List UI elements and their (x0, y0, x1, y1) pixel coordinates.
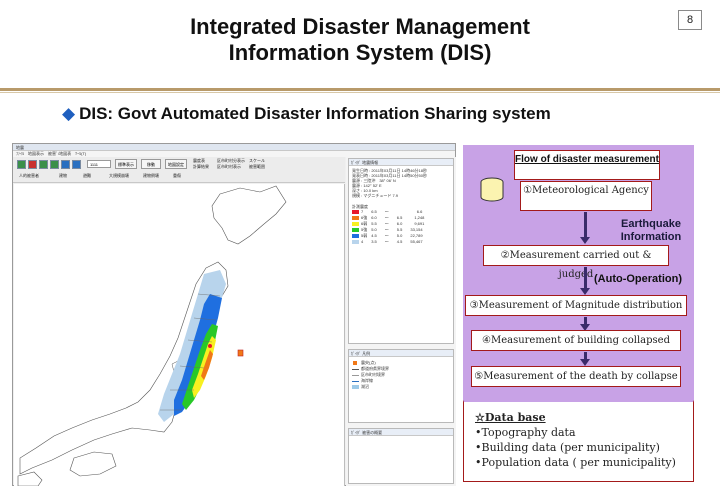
toolbar-check-2[interactable]: 区市町村分表示 (217, 158, 245, 163)
auto-operation-label: (Auto-Operation) (594, 273, 682, 285)
legend-item-label: 震央(点) (361, 360, 376, 365)
line-legend-icon (352, 381, 359, 382)
toolbar-row2-item-1[interactable]: 人的被害者 (19, 173, 39, 179)
toolbar-icon-4[interactable] (50, 160, 59, 169)
app-toolbar: 1111 標準表示 移動 地図設定 震度表 区市町村分表示 スケール 計算結果 … (13, 157, 345, 183)
legend-label: 7 6.5 ～ 6.6 (361, 209, 423, 214)
arrow-2 (584, 267, 587, 288)
title-line-2: Information System (DIS) (228, 40, 492, 65)
legend-label: 6強 6.0 ～ 6.5 1,248 (361, 215, 425, 220)
database-item: •Topography data (475, 426, 576, 439)
swatch-icon (352, 228, 359, 232)
toolbar-icon-2[interactable] (28, 160, 37, 169)
title-area: Integrated Disaster Management Informati… (0, 0, 720, 88)
divider-rule-thin (0, 92, 720, 93)
dis-app-screenshot: 地震 ﾌｧｲﾙ 地図表示 被害ﾞ/地図表 ﾂｰﾙ(T) 1111 標準表示 移動… (12, 143, 456, 486)
japan-intensity-map (17, 185, 287, 486)
toolbar-check-4[interactable]: 計算結果 (193, 164, 209, 169)
earthquake-information-label: Earthquake Information (620, 218, 682, 243)
toolbar-button-standard[interactable]: 標準表示 (115, 159, 137, 169)
hokkaido-outline (211, 185, 287, 245)
toolbar-row2-item-3[interactable]: 避難 (83, 173, 91, 179)
title-line-1: Integrated Disaster Management (190, 14, 530, 39)
flow-inner: Flow of disaster measurement ①Meteorolog… (463, 145, 694, 482)
legend-item-label: 湖沼 (361, 384, 369, 389)
legend-item-label: 都道府県界境界 (361, 366, 389, 371)
toolbar-check-3[interactable]: スケール (249, 158, 265, 163)
intensity-7-spot (208, 344, 212, 348)
swatch-icon (352, 240, 359, 244)
database-section: ☆Data base •Topography data •Building da… (463, 400, 694, 482)
database-title: ☆Data base (475, 411, 546, 424)
toolbar-row2-item-6[interactable]: 重傷 (173, 173, 181, 179)
toolbar-check-1[interactable]: 震度表 (193, 158, 205, 163)
toolbar-field[interactable]: 1111 (87, 160, 111, 168)
legend-label: 6弱 5.5 ～ 6.0 9,691 (361, 221, 425, 226)
step1-box: ①Meteorological Agency (520, 181, 652, 211)
detail-panel: ｶﾞｲﾀﾞ 被害の概要 (348, 428, 454, 484)
toolbar-icon-1[interactable] (17, 160, 26, 169)
detail-panel-header: ｶﾞｲﾀﾞ 被害の概要 (349, 429, 453, 436)
database-item: •Building data (per municipality) (475, 441, 660, 454)
subtitle: ◆ DIS: Govt Automated Disaster Informatio… (62, 104, 551, 124)
epicenter-legend-icon (353, 361, 357, 365)
database-item: •Population data ( per municipality) (475, 456, 676, 469)
toolbar-check-5[interactable]: 区市町村表示 (217, 164, 241, 169)
page-number: 8 (678, 10, 702, 30)
arrow-head-2 (580, 288, 590, 295)
arrow-head-4 (580, 359, 590, 366)
step5-box: ⑤Measurement of the death by collapse (471, 366, 681, 387)
toolbar-row2-item-4[interactable]: 大規模崩壊 (109, 173, 129, 179)
swatch-icon (352, 210, 359, 214)
line-legend-icon (352, 369, 359, 370)
database-icon (480, 177, 504, 202)
toolbar-row2-item-2[interactable]: 建物 (59, 173, 67, 179)
step4-box: ④Measurement of building collapsed (471, 330, 681, 351)
toolbar-button-move[interactable]: 移動 (141, 159, 161, 169)
toolbar-icon-5[interactable] (61, 160, 70, 169)
toolbar-button-map-settings[interactable]: 地図設定 (165, 159, 187, 169)
toolbar-row2-item-5[interactable]: 建物倒壊 (143, 173, 159, 179)
legend-item-label: 海岸線 (361, 378, 373, 383)
page-title: Integrated Disaster Management Informati… (90, 14, 630, 66)
legend-item: 湖沼 (349, 384, 453, 390)
legend-label: 4 3.5 ～ 4.5 55,467 (361, 239, 423, 244)
legend-item-label: 区市町村境界 (361, 372, 385, 377)
info-panel-header: ｶﾞｲﾀﾞ 地震情報 (349, 159, 453, 166)
info-line: 規模 : マグニチュード 7.9 (352, 193, 399, 198)
lake-legend-icon (352, 385, 359, 389)
legend-label: 5弱 4.5 ～ 5.0 22,789 (361, 233, 423, 238)
arrow-1 (584, 212, 587, 238)
toolbar-check-6[interactable]: 被害範囲 (249, 164, 265, 169)
legend-row: 4 3.5 ～ 4.5 55,467 (349, 239, 453, 245)
map-pane[interactable] (14, 184, 345, 486)
swatch-icon (352, 234, 359, 238)
epicenter-icon (237, 349, 244, 357)
info-panel: ｶﾞｲﾀﾞ 地震情報 発生日時 : 2011年03月11日 14時46分18秒 … (348, 158, 454, 344)
toolbar-icon-6[interactable] (72, 160, 81, 169)
legend-panel-header: ｶﾞｲﾀﾞ 凡例 (349, 350, 453, 357)
arrow-head-1 (580, 237, 590, 244)
toolbar-icon-3[interactable] (39, 160, 48, 169)
flow-title: Flow of disaster measurement (514, 150, 660, 180)
step2-box: ②Measurement carried out & judged (483, 245, 669, 280)
divider-rule (0, 88, 720, 91)
legend-panel: ｶﾞｲﾀﾞ 凡例 震央(点) 都道府県界境界 区市町村境界 海岸線 湖沼 (348, 349, 454, 423)
app-titlebar: 地震 (13, 144, 455, 151)
subtitle-text: DIS: Govt Automated Disaster Information… (79, 104, 551, 123)
legend-label: 5強 5.0 ～ 5.5 33,154 (361, 227, 423, 232)
kyushu-outline (17, 471, 43, 486)
step3-box: ③Measurement of Magnitude distribution (465, 295, 687, 316)
swatch-icon (352, 216, 359, 220)
line-legend-icon (352, 375, 359, 376)
shikoku-outline (69, 451, 117, 477)
diamond-bullet-icon: ◆ (62, 104, 76, 123)
swatch-icon (352, 222, 359, 226)
flow-panel: Flow of disaster measurement ①Meteorolog… (463, 145, 694, 482)
side-pane: ｶﾞｲﾀﾞ 地震情報 発生日時 : 2011年03月11日 14時46分18秒 … (346, 157, 456, 486)
